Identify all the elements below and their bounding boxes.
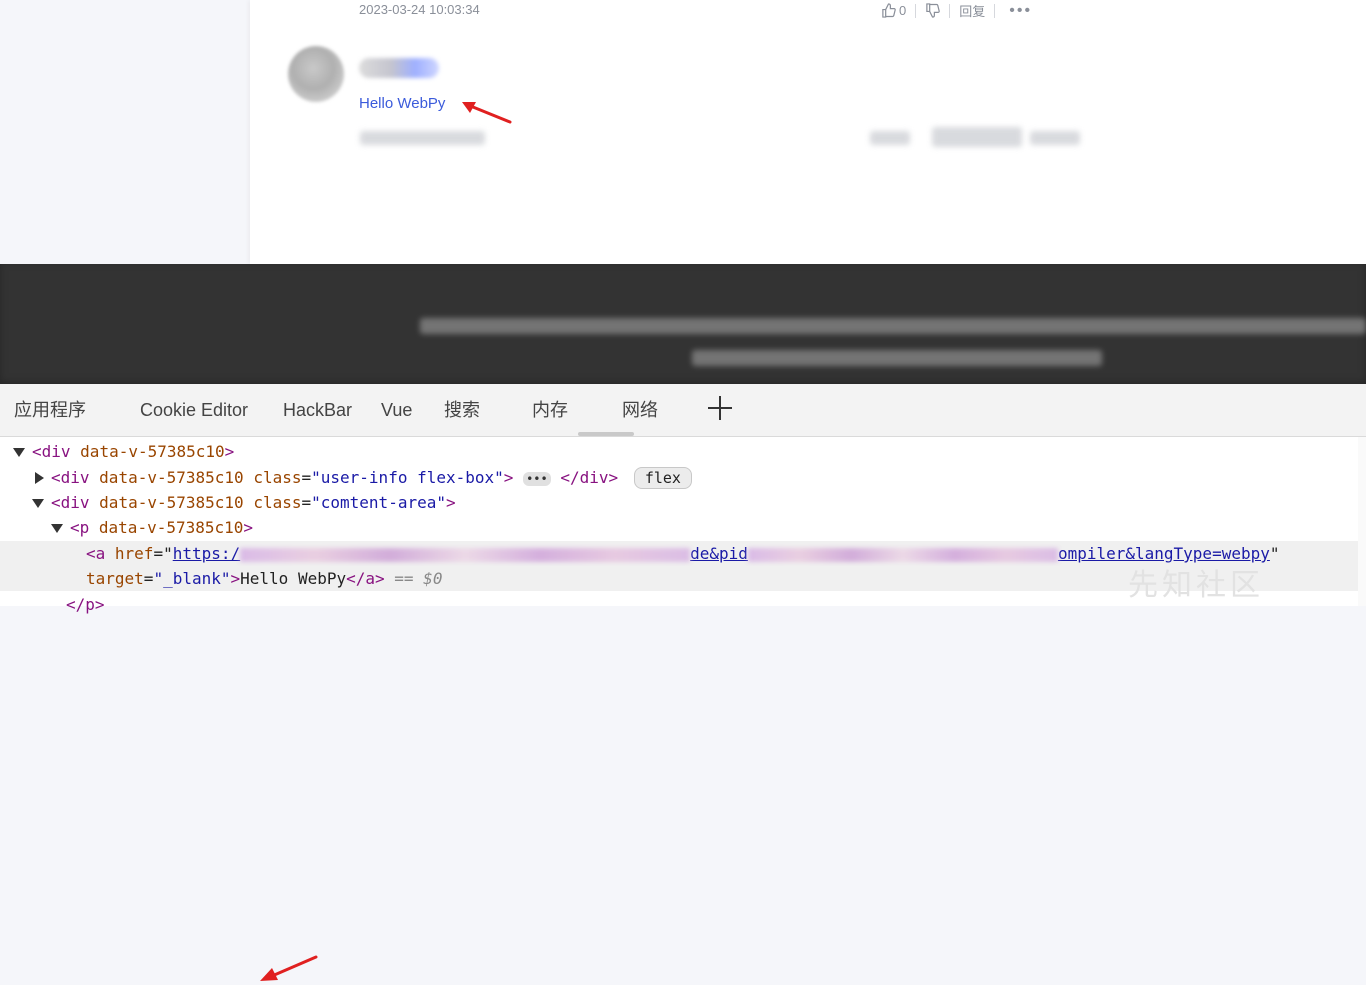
tag-end: </a>	[346, 569, 385, 588]
dom-node-div[interactable]: <div data-v-57385c10>	[0, 439, 1366, 464]
tab-network[interactable]: 网络	[622, 384, 658, 436]
attr-name: target	[86, 569, 144, 588]
tag-close: >	[503, 468, 514, 487]
selected-node-marker: == $0	[394, 569, 443, 588]
tag-end: </div>	[560, 468, 619, 487]
tag-open: <p	[70, 518, 90, 537]
blurred-comment-meta	[932, 127, 1022, 147]
tag-close: >	[243, 518, 254, 537]
thumbs-up-icon	[882, 3, 896, 18]
tab-vue[interactable]: Vue	[381, 384, 412, 436]
attr-name: data-v-57385c10	[99, 468, 244, 487]
web-page-area: 2023-03-24 10:03:34 0 回复 ••• Hello WebPy	[0, 0, 1366, 264]
attr-name: data-v-57385c10	[80, 442, 225, 461]
tab-application[interactable]: 应用程序	[14, 384, 86, 436]
attr-name: href	[114, 544, 154, 563]
attr-value: "user-info flex-box"	[311, 468, 504, 487]
tab-search[interactable]: 搜索	[444, 384, 480, 436]
red-arrow-annotation	[462, 102, 512, 124]
collapsed-triangle-icon[interactable]	[35, 472, 44, 484]
add-tab-icon[interactable]	[706, 394, 734, 422]
attr-value: "comtent-area"	[311, 493, 446, 512]
href-link[interactable]: de&pid	[690, 544, 748, 563]
tag-open: <div	[51, 493, 90, 512]
devtools-tab-bar: 应用程序 Cookie Editor HackBar Vue 搜索 内存 网络	[0, 384, 1366, 437]
href-link[interactable]: https:/	[173, 544, 240, 563]
comment-link[interactable]: Hello WebPy	[359, 95, 445, 112]
dark-footer-band	[0, 264, 1366, 384]
dom-node-user-info[interactable]: <div data-v-57385c10 class="user-info fl…	[0, 465, 1366, 490]
collapsed-content-ellipsis[interactable]: •••	[523, 471, 551, 486]
tab-hackbar[interactable]: HackBar	[283, 384, 352, 436]
blurred-comment-meta	[870, 131, 910, 145]
devtools-scrollbar[interactable]	[1358, 437, 1366, 606]
blurred-comment-meta	[360, 131, 485, 145]
username-blurred[interactable]	[359, 58, 439, 78]
blurred-footer-text	[420, 318, 1366, 334]
dom-node-p[interactable]: <p data-v-57385c10>	[0, 515, 1366, 540]
dislike-button[interactable]	[916, 3, 949, 18]
blurred-href	[240, 547, 691, 562]
blurred-href	[747, 547, 1058, 562]
dom-node-content-area[interactable]: <div data-v-57385c10 class="comtent-area…	[0, 490, 1366, 515]
watermark-text: 先知社区	[1128, 569, 1264, 602]
tag-close: >	[224, 442, 235, 461]
attr-name: data-v-57385c10	[98, 518, 244, 537]
expand-triangle-icon[interactable]	[51, 524, 63, 533]
attr-name: class	[253, 468, 302, 487]
attr-name: data-v-57385c10	[99, 493, 244, 512]
expand-triangle-icon[interactable]	[13, 448, 25, 457]
avatar[interactable]	[288, 46, 344, 102]
text-node: Hello WebPy	[240, 569, 347, 588]
like-count: 0	[899, 3, 907, 18]
expand-triangle-icon[interactable]	[32, 499, 44, 508]
like-button[interactable]: 0	[872, 3, 915, 18]
comment-timestamp: 2023-03-24 10:03:34	[359, 2, 480, 17]
thumbs-down-icon	[926, 3, 941, 18]
blurred-comment-meta	[1030, 131, 1080, 145]
red-arrow-annotation	[260, 955, 318, 981]
tag-open: <a	[86, 544, 106, 563]
comment-actions: 0 回复 •••	[872, 1, 1032, 20]
reply-button[interactable]: 回复	[950, 1, 994, 20]
tab-memory[interactable]: 内存	[532, 384, 568, 436]
more-options-icon[interactable]: •••	[995, 2, 1032, 20]
tag-close: >	[445, 493, 456, 512]
tab-scroll-indicator	[578, 432, 634, 436]
attr-name: class	[253, 493, 302, 512]
flex-badge[interactable]: flex	[633, 467, 692, 489]
tag-open: <div	[51, 468, 90, 487]
blurred-footer-text	[692, 350, 1102, 366]
tag-end: </p>	[66, 595, 105, 614]
tag-open: <div	[32, 442, 71, 461]
attr-value: "_blank"	[153, 569, 231, 588]
tab-cookie-editor[interactable]: Cookie Editor	[140, 384, 248, 436]
